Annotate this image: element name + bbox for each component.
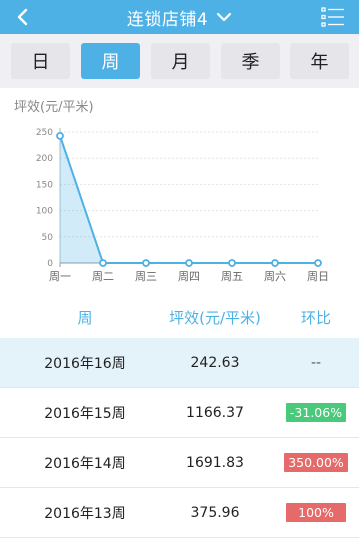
change-badge-up: 100% (286, 503, 346, 522)
table-row[interactable]: 2016年16周 242.63 -- (0, 338, 359, 388)
y-tick-label: 250 (36, 128, 53, 138)
list-menu-button[interactable] (321, 5, 345, 29)
y-tick-label: 150 (36, 180, 53, 190)
value-cell: 1166.37 (186, 404, 244, 421)
x-tick-label: 周六 (264, 270, 286, 283)
chevron-down-icon (216, 9, 232, 25)
value-cell: 1691.83 (186, 454, 244, 471)
value-cell: 242.63 (190, 354, 240, 371)
store-selector[interactable]: 连锁店铺4 (0, 0, 359, 34)
value-cell: 375.96 (190, 504, 240, 521)
change-badge-down: -31.06% (285, 403, 347, 422)
period-tabs: 日 周 月 季 年 (0, 34, 359, 88)
change-cell: -- (280, 338, 352, 387)
x-tick-label: 周五 (221, 270, 243, 283)
tab-week[interactable]: 周 (81, 43, 140, 79)
data-point (271, 259, 279, 267)
x-tick-label: 周一 (49, 270, 71, 283)
y-tick-label: 200 (36, 154, 53, 164)
y-tick-label: 0 (47, 259, 53, 269)
change-empty: -- (310, 354, 322, 371)
line-chart: 0 50 100 150 200 250 周一 周二 周三 周四 周五 周六 周日 (36, 128, 329, 283)
chart-panel: 坪效(元/平米) 0 50 100 150 200 250 周一 周二 周三 周四 周五 周六 周日 (0, 88, 359, 296)
table-row[interactable]: 2016年13周 375.96 100% (0, 488, 359, 538)
app-header: 连锁店铺4 (0, 0, 359, 34)
area-fill (60, 135, 318, 263)
tab-quarter[interactable]: 季 (221, 43, 280, 79)
tab-day[interactable]: 日 (11, 43, 70, 79)
data-point (185, 259, 193, 267)
page-title: 连锁店铺4 (126, 9, 209, 30)
data-point (142, 259, 150, 267)
y-tick-label: 100 (36, 207, 53, 217)
data-point (99, 259, 107, 267)
change-cell: 100% (280, 488, 352, 537)
column-header-change: 环比 (300, 308, 331, 327)
x-tick-label: 周二 (92, 270, 114, 283)
x-tick-label: 周三 (135, 270, 157, 283)
tab-month[interactable]: 月 (151, 43, 210, 79)
change-cell: 350.00% (280, 438, 352, 487)
x-tick-label: 周四 (178, 270, 200, 283)
list-menu-icon (321, 7, 344, 27)
change-badge-up: 350.00% (284, 453, 348, 472)
series-line (59, 135, 318, 264)
table-row[interactable]: 2016年15周 1166.37 -31.06% (0, 388, 359, 438)
column-header-value: 坪效(元/平米) (169, 308, 261, 327)
x-tick-label: 周日 (307, 270, 329, 283)
tab-year[interactable]: 年 (290, 43, 349, 79)
table-row[interactable]: 2016年14周 1691.83 350.00% (0, 438, 359, 488)
data-point (228, 259, 236, 267)
data-point (314, 259, 322, 267)
change-cell: -31.06% (280, 388, 352, 437)
table-header: 周 坪效(元/平米) 环比 (0, 296, 359, 338)
y-tick-label: 50 (42, 233, 54, 243)
data-point (56, 131, 64, 140)
